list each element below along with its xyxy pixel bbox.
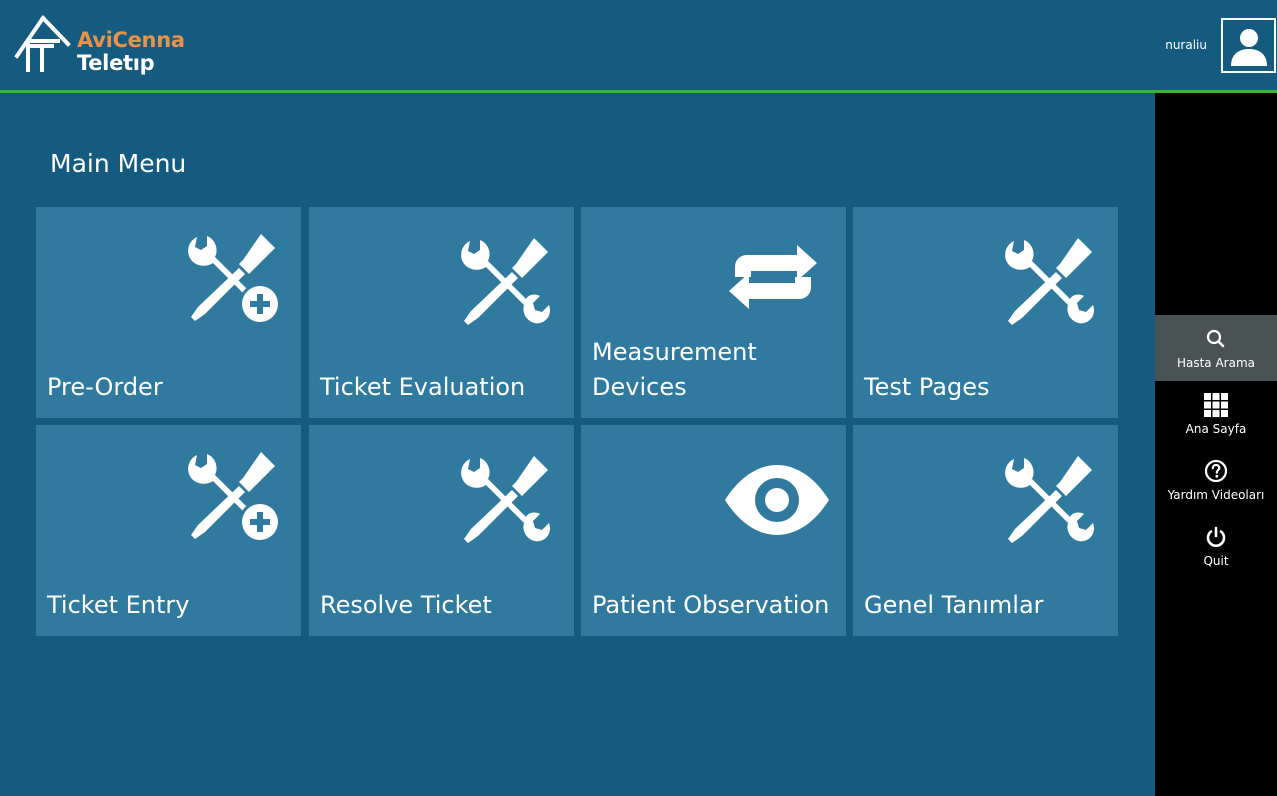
tools-icon xyxy=(456,451,556,555)
search-icon xyxy=(1206,329,1225,348)
tools-icon xyxy=(1000,451,1100,555)
sidebar-item-label: Hasta Arama xyxy=(1176,356,1256,370)
logo-text-teletip: Teletıp xyxy=(77,51,155,75)
tools-plus-icon xyxy=(183,447,283,551)
sidebar-item-quit[interactable]: Quit xyxy=(1155,513,1277,579)
menu-tile-label: Resolve Ticket xyxy=(320,591,492,619)
menu-tile[interactable]: Measurement Devices xyxy=(581,207,846,418)
menu-tile[interactable]: Ticket Evaluation xyxy=(309,207,574,418)
right-sidebar: Hasta Arama Ana Sayfa Yardım Videoları Q… xyxy=(1155,93,1277,796)
sidebar-item-ana-sayfa[interactable]: Ana Sayfa xyxy=(1155,381,1277,447)
menu-tile-label: Genel Tanımlar xyxy=(864,591,1044,619)
tools-icon xyxy=(456,233,556,337)
grid-icon xyxy=(1204,393,1228,417)
avatar[interactable] xyxy=(1221,18,1276,73)
tools-plus-icon xyxy=(183,229,283,333)
menu-tile[interactable]: Pre-Order xyxy=(36,207,301,418)
sidebar-item-label: Ana Sayfa xyxy=(1185,422,1247,436)
menu-tile[interactable]: Test Pages xyxy=(853,207,1118,418)
power-icon xyxy=(1206,526,1226,547)
menu-tile[interactable]: Patient Observation xyxy=(581,425,846,636)
eye-icon xyxy=(722,465,832,539)
menu-tile-label: Test Pages xyxy=(864,373,990,401)
logo-mark-icon xyxy=(14,15,71,72)
help-icon xyxy=(1204,459,1228,483)
sidebar-item-label: Yardım Videoları xyxy=(1167,488,1265,502)
menu-tile[interactable]: Ticket Entry xyxy=(36,425,301,636)
menu-tile-label: Ticket Entry xyxy=(47,591,190,619)
logo: AviCenna Teletıp xyxy=(14,14,194,76)
sync-arrows-icon xyxy=(723,227,823,331)
tools-icon xyxy=(1000,233,1100,337)
page-title: Main Menu xyxy=(50,149,187,178)
menu-tile[interactable]: Resolve Ticket xyxy=(309,425,574,636)
sidebar-item-hasta-arama[interactable]: Hasta Arama xyxy=(1155,315,1277,381)
menu-tile-label: Measurement Devices xyxy=(592,338,757,401)
menu-tile-label: Ticket Evaluation xyxy=(320,373,526,401)
menu-tile-label: Pre-Order xyxy=(47,373,163,401)
menu-tile[interactable]: Genel Tanımlar xyxy=(853,425,1118,636)
sidebar-item-label: Quit xyxy=(1203,554,1229,568)
username[interactable]: nuraliu xyxy=(1165,38,1207,52)
header: AviCenna Teletıp nuraliu xyxy=(0,0,1277,93)
sidebar-item-yardim-videolari[interactable]: Yardım Videoları xyxy=(1155,447,1277,513)
logo-text-avicenna: AviCenna xyxy=(77,28,185,52)
user-avatar-icon xyxy=(1231,29,1267,66)
menu-tile-label: Patient Observation xyxy=(592,591,830,619)
